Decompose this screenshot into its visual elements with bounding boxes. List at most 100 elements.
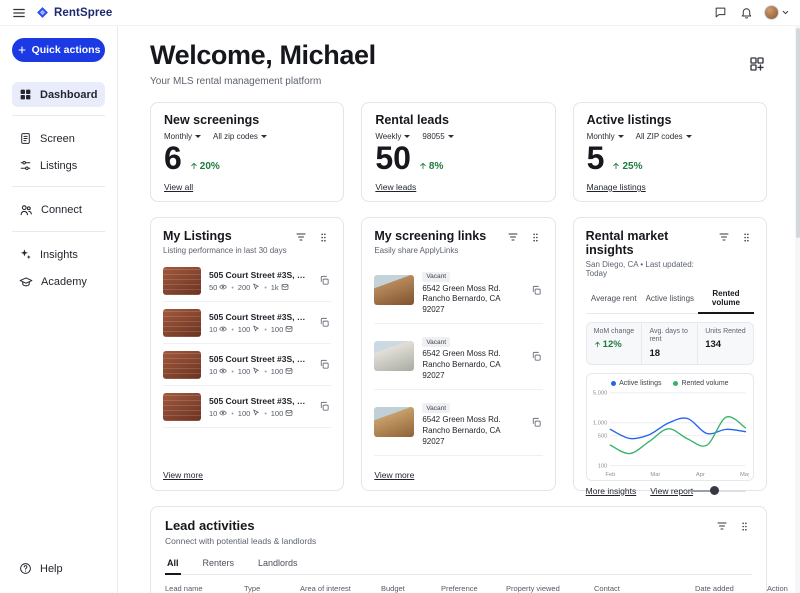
copy-icon[interactable] xyxy=(318,274,331,287)
plus-icon xyxy=(17,45,27,55)
sidebar-item-label: Listings xyxy=(40,160,77,172)
drag-handle-icon[interactable] xyxy=(316,229,331,245)
sidebar-item-connect[interactable]: Connect xyxy=(12,197,105,223)
dashboard-grid-icon xyxy=(19,88,32,101)
view-all-link[interactable]: View all xyxy=(164,182,193,192)
scrollbar[interactable] xyxy=(795,26,800,593)
copy-icon[interactable] xyxy=(530,350,543,363)
filter-icon[interactable] xyxy=(293,229,309,245)
svg-text:100: 100 xyxy=(597,463,607,469)
customize-dashboard-icon[interactable] xyxy=(747,54,767,74)
zipcode-dropdown[interactable]: 98055 xyxy=(422,132,453,141)
mail-icon xyxy=(285,409,293,417)
filter-icon[interactable] xyxy=(505,229,521,245)
brand-logo[interactable]: RentSpree xyxy=(36,6,112,19)
stat-units-rented: Units Rented 134 xyxy=(697,323,753,364)
tab-rented-volume[interactable]: Rented volume xyxy=(698,285,754,313)
filter-icon[interactable] xyxy=(714,518,730,534)
property-address: 6542 Green Moss Rd. Rancho Bernardo, CA … xyxy=(422,415,521,447)
card-screening-links: My screening links Easily share ApplyLin… xyxy=(361,217,555,491)
filter-icon[interactable] xyxy=(716,229,732,245)
copy-icon[interactable] xyxy=(530,416,543,429)
cursor-icon xyxy=(252,409,260,417)
view-more-link[interactable]: View more xyxy=(163,470,203,480)
sidebar-item-screen[interactable]: Screen xyxy=(12,126,105,151)
notifications-bell-icon[interactable] xyxy=(738,4,755,21)
sidebar-item-label: Academy xyxy=(41,276,87,288)
legend-dot-icon xyxy=(611,381,616,386)
property-thumbnail xyxy=(374,341,414,371)
divider xyxy=(12,186,105,187)
drag-handle-icon[interactable] xyxy=(737,518,752,534)
property-address: 6542 Green Moss Rd. Rancho Bernardo, CA … xyxy=(422,349,521,381)
listing-thumbnail xyxy=(163,309,201,337)
stat-mom-change: MoM change 12% xyxy=(587,323,642,364)
dropdown-value: All zip codes xyxy=(213,132,258,141)
zipcode-dropdown[interactable]: All zip codes xyxy=(213,132,267,141)
listing-row: 505 Court Street #3S, Brooklyn 10 100 10… xyxy=(163,344,331,386)
listing-thumbnail xyxy=(163,351,201,379)
listing-address: 505 Court Street #3S, Brooklyn xyxy=(209,354,310,364)
column-header: Date added xyxy=(695,584,761,593)
chevron-down-icon xyxy=(448,135,454,138)
svg-text:Apr: Apr xyxy=(696,472,705,478)
sidebar-item-label: Screen xyxy=(40,133,75,145)
graduation-cap-icon xyxy=(19,275,33,289)
svg-text:May: May xyxy=(740,472,749,478)
listing-row: 505 Court Street #3S, Brooklyn 50 200 1k xyxy=(163,260,331,302)
drag-handle-icon[interactable] xyxy=(528,229,543,245)
property-address: 6542 Green Moss Rd. Rancho Bernardo, CA … xyxy=(422,284,521,316)
sidebar-item-label: Connect xyxy=(41,204,82,216)
stat-change: 20% xyxy=(190,161,220,172)
tab-active-listings[interactable]: Active listings xyxy=(642,285,698,313)
legend-rented-volume: Rented volume xyxy=(673,380,728,387)
sidebar-item-label: Insights xyxy=(40,249,78,261)
scrollbar-thumb[interactable] xyxy=(796,28,800,238)
insights-tabs: Average rent Active listings Rented volu… xyxy=(586,285,754,314)
column-header: Preference xyxy=(441,584,500,593)
menu-icon[interactable] xyxy=(10,4,28,22)
sidebar-nav: Dashboard Screen Listings xyxy=(12,80,105,295)
chevron-down-icon xyxy=(404,135,410,138)
sidebar-item-insights[interactable]: Insights xyxy=(12,242,105,267)
chevron-down-icon xyxy=(686,135,692,138)
legend-active-listings: Active listings xyxy=(611,380,661,387)
vacancy-badge: Vacant xyxy=(422,272,450,282)
sidebar-item-dashboard[interactable]: Dashboard xyxy=(12,82,105,107)
tab-landlords[interactable]: Landlords xyxy=(256,555,300,574)
zipcode-dropdown[interactable]: All ZIP codes xyxy=(636,132,692,141)
copy-icon[interactable] xyxy=(318,400,331,413)
eye-icon xyxy=(219,409,227,417)
mail-icon xyxy=(285,367,293,375)
view-more-link[interactable]: View more xyxy=(374,470,414,480)
drag-handle-icon[interactable] xyxy=(739,229,754,245)
listing-thumbnail xyxy=(163,393,201,421)
mail-icon xyxy=(285,325,293,333)
view-report-link[interactable]: View report xyxy=(650,486,693,496)
manage-listings-link[interactable]: Manage listings xyxy=(587,182,646,192)
arrow-up-icon xyxy=(190,162,198,170)
insights-chart-panel: Active listings Rented volume 5,0001,000… xyxy=(586,373,754,481)
sidebar-item-listings[interactable]: Listings xyxy=(12,153,105,178)
svg-text:Mar: Mar xyxy=(650,472,660,478)
sidebar-item-label: Help xyxy=(40,563,63,575)
more-insights-link[interactable]: More insights xyxy=(586,486,637,496)
copy-icon[interactable] xyxy=(318,358,331,371)
column-header: Lead name xyxy=(165,584,238,593)
sidebar-item-help[interactable]: Help xyxy=(12,556,105,581)
tab-renters[interactable]: Renters xyxy=(201,555,237,574)
help-icon xyxy=(19,562,32,575)
people-icon xyxy=(19,203,33,217)
copy-icon[interactable] xyxy=(530,284,543,297)
user-menu[interactable] xyxy=(764,5,790,20)
copy-icon[interactable] xyxy=(318,316,331,329)
quick-actions-button[interactable]: Quick actions xyxy=(12,38,105,62)
chart-legend: Active listings Rented volume xyxy=(591,380,749,387)
chat-icon[interactable] xyxy=(712,4,729,21)
sidebar-item-academy[interactable]: Academy xyxy=(12,269,105,295)
tab-all[interactable]: All xyxy=(165,555,181,574)
view-leads-link[interactable]: View leads xyxy=(375,182,416,192)
tab-average-rent[interactable]: Average rent xyxy=(586,285,642,313)
slider-thumb[interactable] xyxy=(710,486,719,495)
mail-icon xyxy=(281,283,289,291)
